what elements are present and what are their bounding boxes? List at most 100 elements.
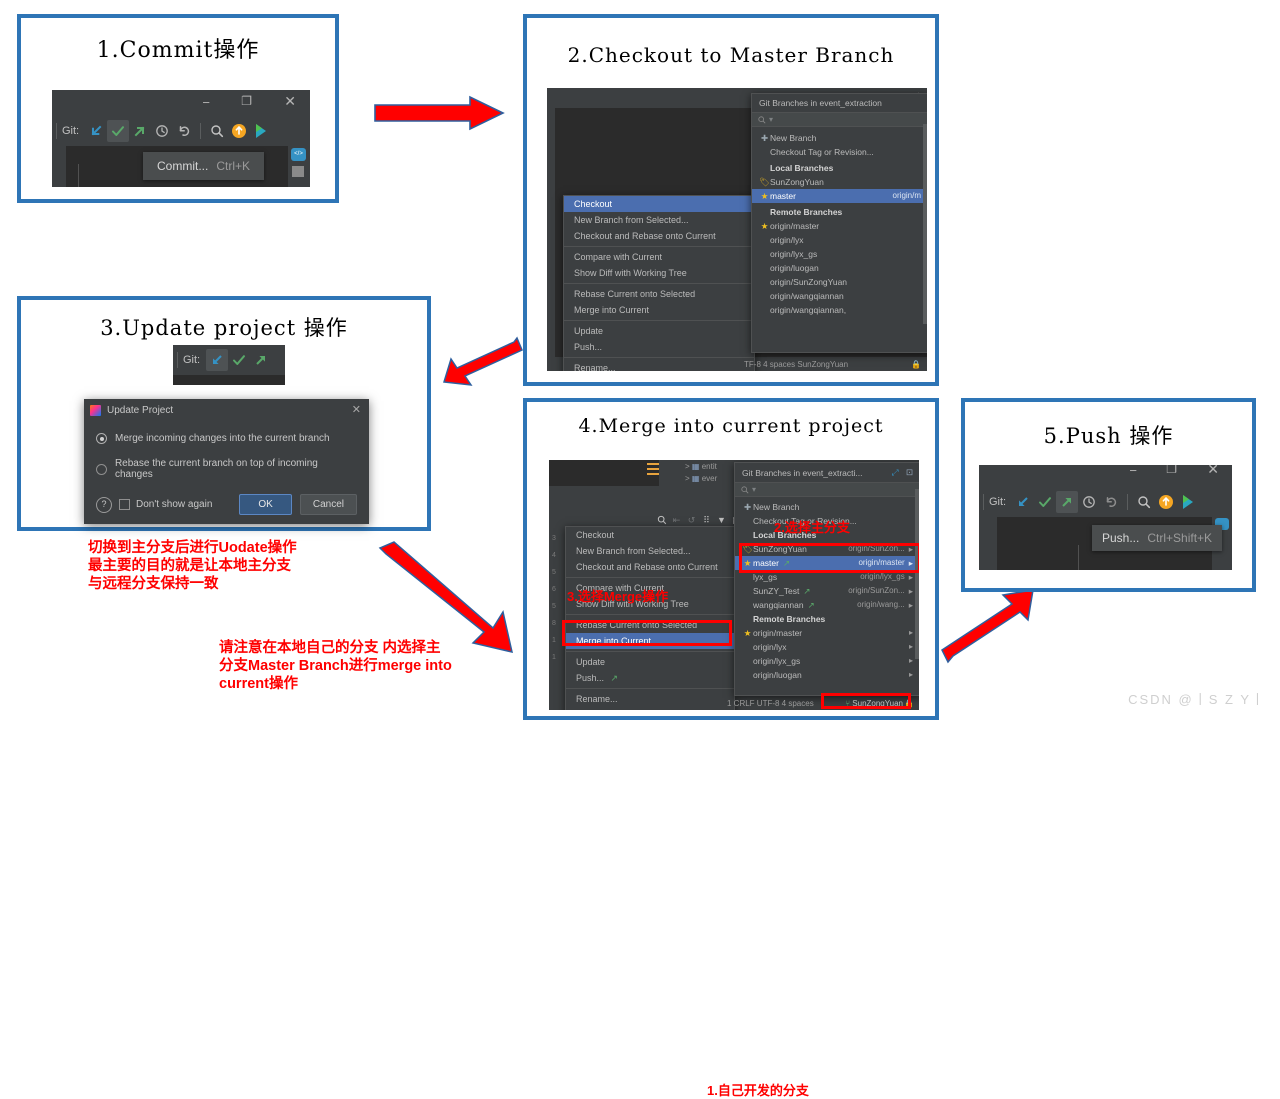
close-icon[interactable]: ✕: [352, 403, 361, 416]
branch-logo-icon[interactable]: [250, 120, 272, 142]
menu-item-update[interactable]: Update: [566, 654, 734, 670]
push-arrow-up-icon[interactable]: [129, 120, 151, 142]
filter-icon[interactable]: ▼: [714, 513, 729, 527]
menu-item-checkout-and-rebase[interactable]: Checkout and Rebase onto Current: [564, 228, 754, 244]
remote-branch-row[interactable]: origin/SunZongYuan: [752, 275, 927, 289]
minimize-icon[interactable]: −: [202, 95, 210, 110]
remote-branch-row[interactable]: origin/luogan: [752, 261, 927, 275]
commit-check-icon[interactable]: [228, 349, 250, 371]
structure-icon[interactable]: [292, 166, 304, 177]
remote-branch-row[interactable]: origin/lyx ▸: [735, 640, 919, 654]
local-branch-row[interactable]: SunZY_Test ↗ origin/SunZon... ▸: [735, 584, 919, 598]
panel-update-project: 3.Update project 操作 Git: Update Project …: [17, 296, 431, 531]
tree-row-1[interactable]: > ▦ entit: [685, 462, 717, 471]
git-branches-popup: Git Branches in event_extracti... ⤢ ⊡ ▾ …: [734, 462, 919, 696]
local-branch-row[interactable]: 🏷 SunZongYuan: [752, 175, 927, 189]
push-arrow-up-icon[interactable]: [1056, 491, 1079, 513]
commit-check-icon[interactable]: [1034, 491, 1056, 513]
tree-row-2[interactable]: > ▦ ever: [685, 474, 717, 483]
branch-logo-icon[interactable]: [1177, 491, 1199, 513]
menu-item-rename[interactable]: Rename...: [564, 360, 754, 371]
remote-branch-row[interactable]: origin/wangqiannan,: [752, 303, 927, 317]
pin-icon[interactable]: ⤢: [892, 467, 899, 477]
branches-search-input[interactable]: ▾: [735, 483, 919, 497]
update-arrow-down-icon[interactable]: [206, 349, 229, 371]
menu-item-update[interactable]: Update: [564, 323, 754, 339]
help-button[interactable]: ?: [96, 496, 112, 513]
menu-item-delete[interactable]: Delete: [566, 707, 734, 710]
remote-branch-row[interactable]: ★ origin/master ▸: [735, 626, 919, 640]
popup-scrollbar[interactable]: [915, 489, 919, 659]
search-caret-icon: ▾: [752, 485, 757, 494]
remote-branch-row[interactable]: origin/lyx: [752, 233, 927, 247]
remote-branch-row[interactable]: origin/wangqiannan: [752, 289, 927, 303]
local-branch-name: master: [770, 191, 796, 201]
tree-panel-bg: [549, 460, 659, 486]
tooltip-label: Push...: [1102, 531, 1140, 545]
menu-item-push[interactable]: Push... ↗: [566, 670, 734, 686]
radio-merge-option[interactable]: Merge incoming changes into the current …: [96, 433, 357, 444]
rollback-icon[interactable]: [1100, 491, 1122, 513]
menu-item-checkout[interactable]: Checkout: [564, 196, 754, 212]
minimize-icon[interactable]: −: [1129, 465, 1137, 478]
menu-separator: [564, 357, 754, 358]
expand-icon[interactable]: ⠿: [699, 513, 714, 527]
update-circle-icon[interactable]: [228, 120, 250, 142]
dont-show-again-checkbox[interactable]: [119, 499, 130, 510]
search-icon[interactable]: [654, 513, 669, 527]
update-arrow-down-icon[interactable]: [1012, 491, 1034, 513]
restore-icon[interactable]: ❐: [241, 94, 252, 108]
radio-rebase-option[interactable]: Rebase the current branch on top of inco…: [96, 458, 357, 480]
search-icon[interactable]: [206, 120, 228, 142]
refresh-icon[interactable]: ↺: [684, 513, 699, 527]
popup-scrollbar[interactable]: [923, 124, 927, 324]
search-icon[interactable]: [1133, 491, 1155, 513]
cancel-button[interactable]: Cancel: [299, 494, 357, 515]
editor-divider: [1078, 545, 1079, 570]
menu-separator: [566, 651, 734, 652]
menu-separator: [566, 614, 734, 615]
branches-action-new-branch[interactable]: ✚ New Branch: [752, 131, 927, 145]
comment-bubble-icon[interactable]: </>: [291, 148, 306, 161]
branches-popup-header: Git Branches in event_extraction: [752, 94, 927, 113]
close-icon[interactable]: ✕: [1207, 465, 1219, 478]
branches-search-input[interactable]: ▾: [752, 113, 927, 127]
local-branch-row-master[interactable]: ★ master origin/m: [752, 189, 927, 203]
restore-icon[interactable]: ❐: [1166, 465, 1177, 476]
panel-merge-into-current: 4.Merge into current project > ▦ entit >…: [523, 398, 939, 1098]
remote-branch-row[interactable]: origin/lyx_gs ▸: [735, 654, 919, 668]
close-icon[interactable]: ✕: [284, 93, 296, 110]
branches-action-new-branch[interactable]: ✚ New Branch: [735, 500, 919, 514]
rollback-icon[interactable]: [173, 120, 195, 142]
update-arrow-down-icon[interactable]: [85, 120, 107, 142]
ok-button[interactable]: OK: [239, 494, 292, 515]
menu-item-new-branch-from-selected[interactable]: New Branch from Selected...: [566, 543, 734, 559]
menu-item-rename[interactable]: Rename...: [566, 691, 734, 707]
history-clock-icon[interactable]: [1078, 491, 1100, 513]
menu-item-new-branch-from-selected[interactable]: New Branch from Selected...: [564, 212, 754, 228]
ide-status-bar: TF-8 4 spaces SunZongYuan: [744, 360, 848, 369]
local-branch-row[interactable]: wangqiannan ↗ origin/wang... ▸: [735, 598, 919, 612]
commit-check-icon[interactable]: [107, 120, 130, 142]
remote-branch-row[interactable]: ★ origin/master: [752, 219, 927, 233]
menu-item-checkout-and-rebase[interactable]: Checkout and Rebase onto Current: [566, 559, 734, 575]
branches-action-checkout-tag[interactable]: Checkout Tag or Revision...: [752, 145, 927, 159]
remote-branch-row[interactable]: origin/luogan ▸: [735, 668, 919, 682]
status-bar-text: TF-8 4 spaces SunZongYuan: [744, 360, 849, 369]
status-bar-text: 1 CRLF UTF-8 4 spaces: [727, 699, 814, 708]
push-arrow-up-icon[interactable]: [250, 349, 272, 371]
menu-item-push[interactable]: Push...: [564, 339, 754, 355]
menu-item-rebase-current[interactable]: Rebase Current onto Selected: [564, 286, 754, 302]
remote-branch-row[interactable]: origin/lyx_gs: [752, 247, 927, 261]
menu-item-merge-into-current[interactable]: Merge into Current: [564, 302, 754, 318]
menu-item-show-diff[interactable]: Show Diff with Working Tree: [564, 265, 754, 281]
history-clock-icon[interactable]: [151, 120, 173, 142]
settings-icon[interactable]: ⊡: [906, 467, 913, 477]
collapse-icon[interactable]: ⇤: [669, 513, 684, 527]
update-circle-icon[interactable]: [1155, 491, 1177, 513]
menu-item-compare-with-current[interactable]: Compare with Current: [564, 249, 754, 265]
submenu-arrow-icon: ▸: [908, 656, 913, 665]
menu-item-checkout[interactable]: Checkout: [566, 527, 734, 543]
intellij-logo-icon: [90, 405, 101, 416]
remote-branch-name: origin/lyx: [770, 235, 804, 245]
